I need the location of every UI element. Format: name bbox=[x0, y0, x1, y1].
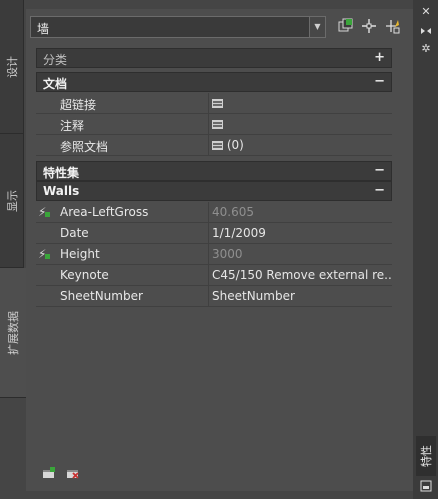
gear-icon[interactable]: ✲ bbox=[420, 43, 432, 55]
property-value-cell[interactable]: C45/150 Remove external re... bbox=[208, 265, 392, 286]
property-row-area-leftgross: ⚡ Area-LeftGross 40.605 bbox=[36, 202, 392, 223]
property-row-sheetnumber: SheetNumber SheetNumber bbox=[36, 286, 392, 307]
property-value-cell[interactable]: 1/1/2009 bbox=[208, 223, 392, 244]
property-value: 3000 bbox=[212, 247, 243, 261]
property-label: SheetNumber bbox=[60, 289, 143, 303]
property-row-hyperlink: 超链接 bbox=[36, 93, 392, 114]
property-row-keynote: Keynote C45/150 Remove external re... bbox=[36, 265, 392, 286]
property-row-reference-documents: 参照文档 (0) bbox=[36, 135, 392, 156]
property-value: (0) bbox=[226, 138, 244, 152]
property-value-cell[interactable] bbox=[208, 114, 392, 135]
property-label: 参照文档 bbox=[60, 140, 109, 154]
object-type-value: 墙 bbox=[37, 22, 50, 36]
property-label: Keynote bbox=[60, 268, 109, 282]
section-walls-title: Walls bbox=[43, 184, 80, 198]
add-to-selection-icon[interactable] bbox=[336, 18, 354, 36]
property-row-height: ⚡ Height 3000 bbox=[36, 244, 392, 265]
palette-title-strip[interactable]: ✕ ✲ 特性 bbox=[413, 0, 438, 499]
section-category-title: 分类 bbox=[43, 53, 68, 67]
property-value-cell: 3000 bbox=[208, 244, 392, 265]
property-row-date: Date 1/1/2009 bbox=[36, 223, 392, 244]
auto-hide-icon[interactable] bbox=[420, 25, 432, 37]
window-icon[interactable] bbox=[420, 480, 432, 492]
section-category[interactable]: 分类 + bbox=[36, 48, 392, 68]
add-property-sets-icon[interactable] bbox=[42, 467, 56, 479]
section-property-sets[interactable]: 特性集 − bbox=[36, 161, 392, 181]
automatic-property-icon: ⚡ bbox=[38, 247, 50, 261]
tab-display-label: 显示 bbox=[5, 189, 19, 212]
palette-title-label: 特性 bbox=[420, 445, 433, 467]
property-value-cell[interactable] bbox=[208, 93, 392, 114]
tab-extended-data[interactable]: 扩展数据 bbox=[0, 268, 26, 398]
property-label: Area-LeftGross bbox=[60, 205, 149, 219]
property-label: 超链接 bbox=[60, 98, 97, 112]
property-value: SheetNumber bbox=[212, 289, 295, 303]
section-document-title: 文档 bbox=[43, 77, 68, 91]
close-icon[interactable]: ✕ bbox=[420, 6, 432, 18]
tab-extended-data-label: 扩展数据 bbox=[7, 310, 20, 355]
remove-property-sets-icon[interactable] bbox=[66, 467, 80, 479]
chevron-down-icon[interactable]: ▼ bbox=[309, 17, 325, 37]
property-value-cell[interactable]: (0) bbox=[208, 135, 392, 156]
property-label: Height bbox=[60, 247, 100, 261]
palette-title: 特性 bbox=[416, 436, 436, 476]
section-document[interactable]: 文档 − bbox=[36, 72, 392, 92]
property-label: 注释 bbox=[60, 119, 85, 133]
property-value-cell[interactable]: SheetNumber bbox=[208, 286, 392, 307]
table-icon[interactable] bbox=[212, 120, 223, 129]
automatic-property-icon: ⚡ bbox=[38, 205, 50, 219]
property-value: C45/150 Remove external re... bbox=[212, 268, 392, 282]
select-objects-icon[interactable] bbox=[360, 18, 378, 36]
section-property-sets-title: 特性集 bbox=[43, 166, 80, 180]
palette-window: 设计 显示 扩展数据 墙 ▼ 分类 + 文档 − 超链接 注释 参照文档 (0)… bbox=[0, 0, 438, 499]
collapse-icon[interactable]: − bbox=[374, 163, 385, 178]
tab-design-label: 设计 bbox=[5, 55, 19, 78]
property-value: 40.605 bbox=[212, 205, 254, 219]
expand-icon[interactable]: + bbox=[374, 50, 385, 65]
table-icon[interactable] bbox=[212, 141, 223, 150]
property-value-cell: 40.605 bbox=[208, 202, 392, 223]
property-row-notes: 注释 bbox=[36, 114, 392, 135]
table-icon[interactable] bbox=[212, 99, 223, 108]
property-value: 1/1/2009 bbox=[212, 226, 266, 240]
collapse-icon[interactable]: − bbox=[374, 74, 385, 89]
collapse-icon[interactable]: − bbox=[374, 183, 385, 198]
property-label: Date bbox=[60, 226, 89, 240]
tab-design[interactable]: 设计 bbox=[0, 0, 24, 134]
quick-select-icon[interactable] bbox=[384, 18, 402, 36]
section-walls[interactable]: Walls − bbox=[36, 181, 392, 201]
object-type-select[interactable]: 墙 ▼ bbox=[30, 16, 326, 38]
tab-display[interactable]: 显示 bbox=[0, 134, 24, 268]
